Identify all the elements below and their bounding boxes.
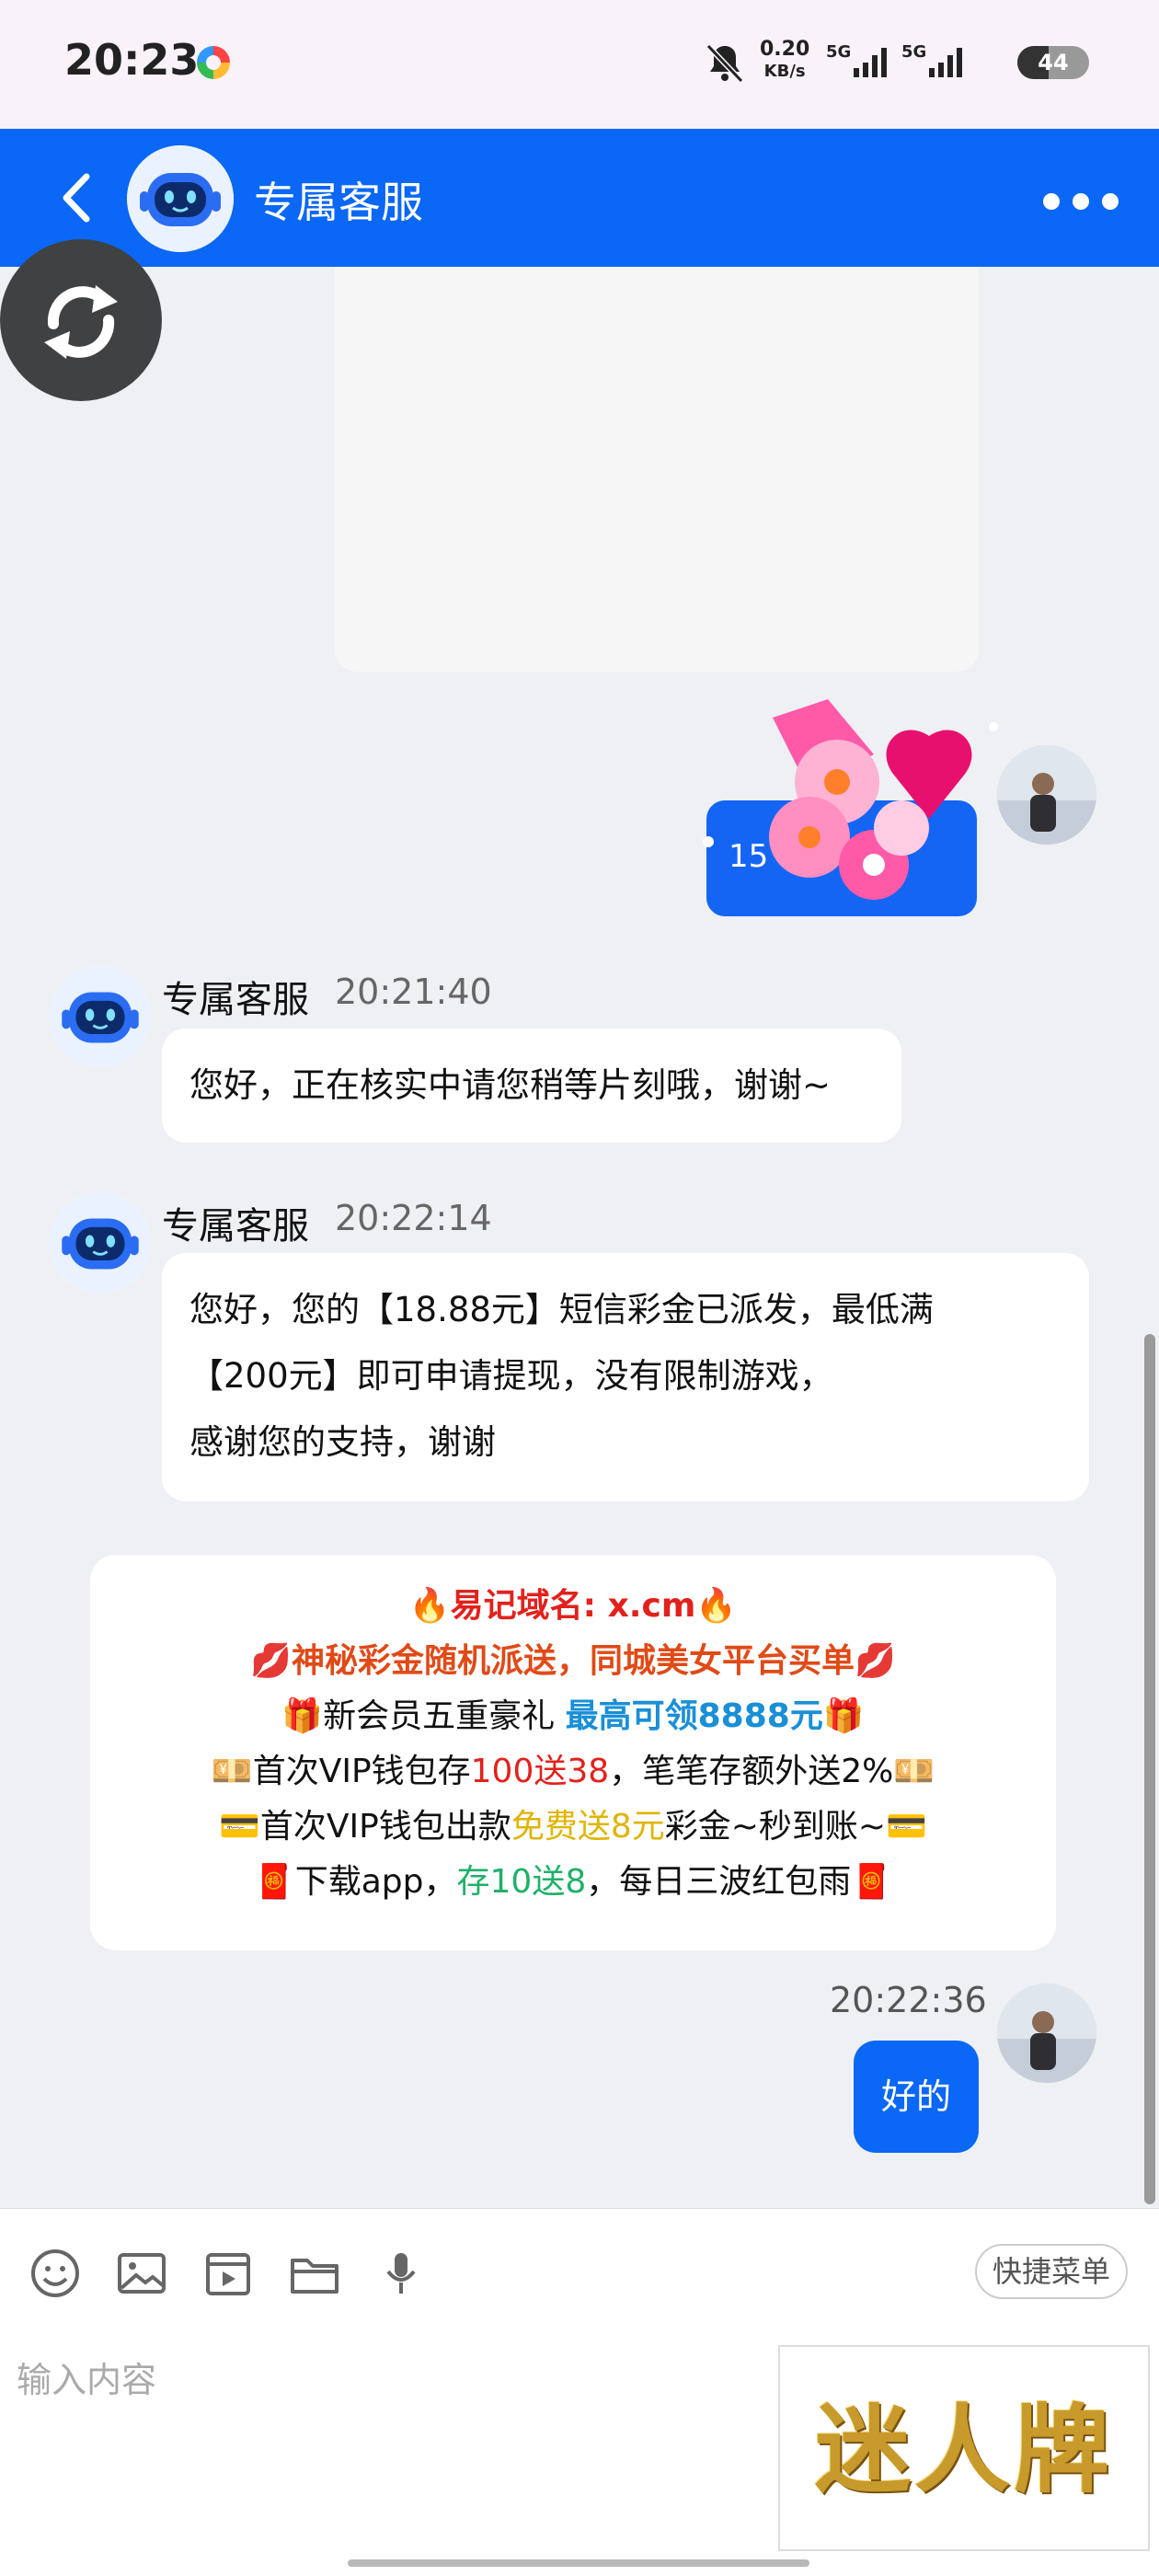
message-bubble[interactable]: 您好，您的【18.88元】短信彩金已派发，最低满 【200元】即可申请提现，没有… xyxy=(162,1253,1089,1501)
speed-unit: KB/s xyxy=(763,62,806,81)
page-title: 专属客服 xyxy=(254,178,423,227)
message-time: 20:22:36 xyxy=(830,1980,987,2020)
promo-line: 💴首次VIP钱包存100送38，笔笔存额外送2%💴 xyxy=(90,1744,1056,1800)
promo-line: 🎁新会员五重豪礼 最高可领8888元🎁 xyxy=(90,1689,1056,1744)
promo-highlight: 100送38 xyxy=(470,1753,610,1790)
signal-icon: 5G xyxy=(901,42,962,77)
quick-menu-button[interactable]: 快捷菜单 xyxy=(975,2244,1128,2299)
sticker-message[interactable]: 15 xyxy=(625,681,1012,938)
message-bubble[interactable]: 您好，正在核实中请您稍等片刻哦，谢谢~ xyxy=(162,1029,901,1143)
robot-icon xyxy=(127,145,234,252)
promo-text: 🎁 xyxy=(822,1697,865,1735)
message-time: 20:22:14 xyxy=(335,1198,492,1238)
message-time: 20:21:40 xyxy=(335,972,492,1012)
status-bar: 20:23 0.20 KB/s 5G 5G 44 xyxy=(0,0,1159,129)
flower-sticker: 15 xyxy=(703,699,998,916)
promo-highlight: 最高可领8888元 xyxy=(565,1697,823,1735)
promo-text: 💴首次VIP钱包存 xyxy=(211,1753,471,1790)
robot-icon xyxy=(50,1192,151,1294)
network-speed: 0.20 KB/s xyxy=(760,39,809,83)
status-time: 20:23 xyxy=(64,35,200,85)
video-icon[interactable] xyxy=(201,2246,256,2301)
bot-avatar[interactable] xyxy=(127,145,234,252)
promo-text: 🧧下载app， xyxy=(253,1863,457,1901)
sender-name: 专属客服 xyxy=(162,979,309,1021)
bot-avatar[interactable] xyxy=(50,966,151,1067)
message-input[interactable] xyxy=(17,2343,752,2417)
brand-banner[interactable]: 迷人牌 xyxy=(778,2345,1150,2551)
bell-muted-icon xyxy=(706,43,744,84)
promo-card[interactable]: 🔥易记域名: x.cm🔥 💋神秘彩金随机派送，同城美女平台买单💋 🎁新会员五重豪… xyxy=(90,1555,1056,1950)
promo-text: 🎁新会员五重豪礼 xyxy=(281,1697,566,1735)
user-photo xyxy=(997,745,1096,845)
scrollbar[interactable] xyxy=(1144,1334,1155,2204)
message-card xyxy=(335,267,979,672)
refresh-float-button[interactable] xyxy=(0,239,162,401)
promo-highlight: 免费送8元 xyxy=(511,1808,665,1846)
promo-line: 💳首次VIP钱包出款免费送8元彩金~秒到账~💳 xyxy=(90,1800,1056,1855)
message-line: 感谢您的支持，谢谢 xyxy=(189,1422,496,1462)
promo-line: 💋神秘彩金随机派送，同城美女平台买单💋 xyxy=(250,1642,896,1680)
chevron-left-icon[interactable] xyxy=(52,166,107,230)
promo-text: 彩金~秒到账~💳 xyxy=(664,1808,927,1846)
promo-text: ，笔笔存额外送2%💴 xyxy=(609,1753,935,1790)
bot-avatar[interactable] xyxy=(50,1192,151,1294)
robot-icon xyxy=(50,966,151,1067)
more-dots-icon[interactable] xyxy=(1043,177,1126,223)
reply-bubble[interactable]: 好的 xyxy=(854,2041,979,2153)
sender-name: 专属客服 xyxy=(162,1205,309,1248)
battery-icon: 44 xyxy=(1017,46,1089,79)
message-text: 您好，正在核实中请您稍等片刻哦，谢谢~ xyxy=(189,1065,832,1105)
home-indicator[interactable] xyxy=(348,2559,809,2567)
user-avatar[interactable] xyxy=(997,1984,1096,2083)
speed-value: 0.20 xyxy=(760,38,810,61)
microphone-icon[interactable] xyxy=(373,2246,429,2301)
sticker-badge: 15 xyxy=(729,838,768,875)
refresh-icon xyxy=(44,285,118,359)
image-icon[interactable] xyxy=(114,2246,169,2301)
message-line: 【200元】即可申请提现，没有限制游戏， xyxy=(189,1356,833,1396)
app-notification-icon xyxy=(197,46,230,79)
promo-text: ，每日三波红包雨🧧 xyxy=(586,1863,893,1901)
chat-header: 专属客服 xyxy=(0,129,1159,267)
message-line: 您好，您的【18.88元】短信彩金已派发，最低满 xyxy=(189,1290,934,1329)
promo-line: 🧧下载app，存10送8，每日三波红包雨🧧 xyxy=(90,1855,1056,1910)
user-avatar[interactable] xyxy=(997,745,1096,845)
signal-label-2: 5G xyxy=(901,42,926,62)
user-photo xyxy=(997,1984,1096,2083)
signal-label-1: 5G xyxy=(826,42,851,62)
emoji-icon[interactable] xyxy=(28,2246,83,2301)
promo-highlight: 存10送8 xyxy=(456,1863,587,1901)
brand-logo: 迷人牌 xyxy=(814,2393,1113,2506)
folder-icon[interactable] xyxy=(287,2246,342,2301)
battery-level: 44 xyxy=(1038,50,1069,75)
promo-text: 💳首次VIP钱包出款 xyxy=(219,1808,511,1846)
promo-domain: 🔥易记域名: x.cm🔥 xyxy=(408,1587,738,1625)
input-area: 快捷菜单 迷人牌 xyxy=(0,2208,1159,2576)
signal-icon: 5G xyxy=(826,42,887,77)
